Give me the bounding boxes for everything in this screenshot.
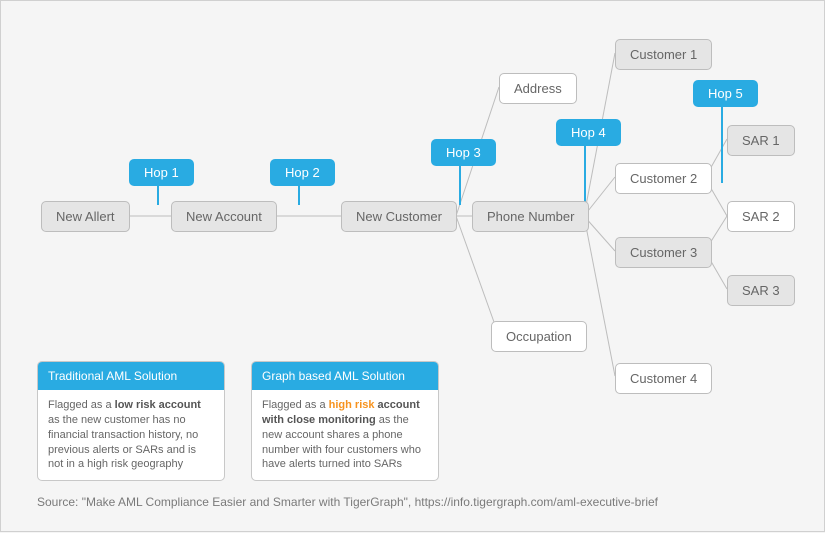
node-customer-1: Customer 1 — [615, 39, 712, 70]
callout-traditional-title: Traditional AML Solution — [38, 362, 224, 390]
node-sar-1: SAR 1 — [727, 125, 795, 156]
callout-traditional-body: Flagged as a low risk account as the new… — [38, 390, 224, 480]
callout-graph: Graph based AML Solution Flagged as a hi… — [251, 361, 439, 481]
node-sar-2: SAR 2 — [727, 201, 795, 232]
hop2-connector — [298, 185, 300, 205]
callout-traditional: Traditional AML Solution Flagged as a lo… — [37, 361, 225, 481]
node-phone-number: Phone Number — [472, 201, 589, 232]
node-customer-2: Customer 2 — [615, 163, 712, 194]
node-new-alert: New Allert — [41, 201, 130, 232]
node-address: Address — [499, 73, 577, 104]
hop-4: Hop 4 — [556, 119, 621, 146]
node-new-customer: New Customer — [341, 201, 457, 232]
source-citation: Source: "Make AML Compliance Easier and … — [37, 495, 658, 509]
hop4-connector — [584, 145, 586, 205]
hop5-connector — [721, 107, 723, 183]
node-occupation: Occupation — [491, 321, 587, 352]
node-sar-3: SAR 3 — [727, 275, 795, 306]
callout-graph-body: Flagged as a high risk account with clos… — [252, 390, 438, 480]
hop-3: Hop 3 — [431, 139, 496, 166]
callout-graph-title: Graph based AML Solution — [252, 362, 438, 390]
hop3-connector — [459, 165, 461, 205]
node-customer-4: Customer 4 — [615, 363, 712, 394]
hop-1: Hop 1 — [129, 159, 194, 186]
hop-2: Hop 2 — [270, 159, 335, 186]
node-new-account: New Account — [171, 201, 277, 232]
hop1-connector — [157, 185, 159, 205]
node-customer-3: Customer 3 — [615, 237, 712, 268]
hop-5: Hop 5 — [693, 80, 758, 107]
diagram-frame: New Allert New Account New Customer Addr… — [0, 0, 825, 532]
